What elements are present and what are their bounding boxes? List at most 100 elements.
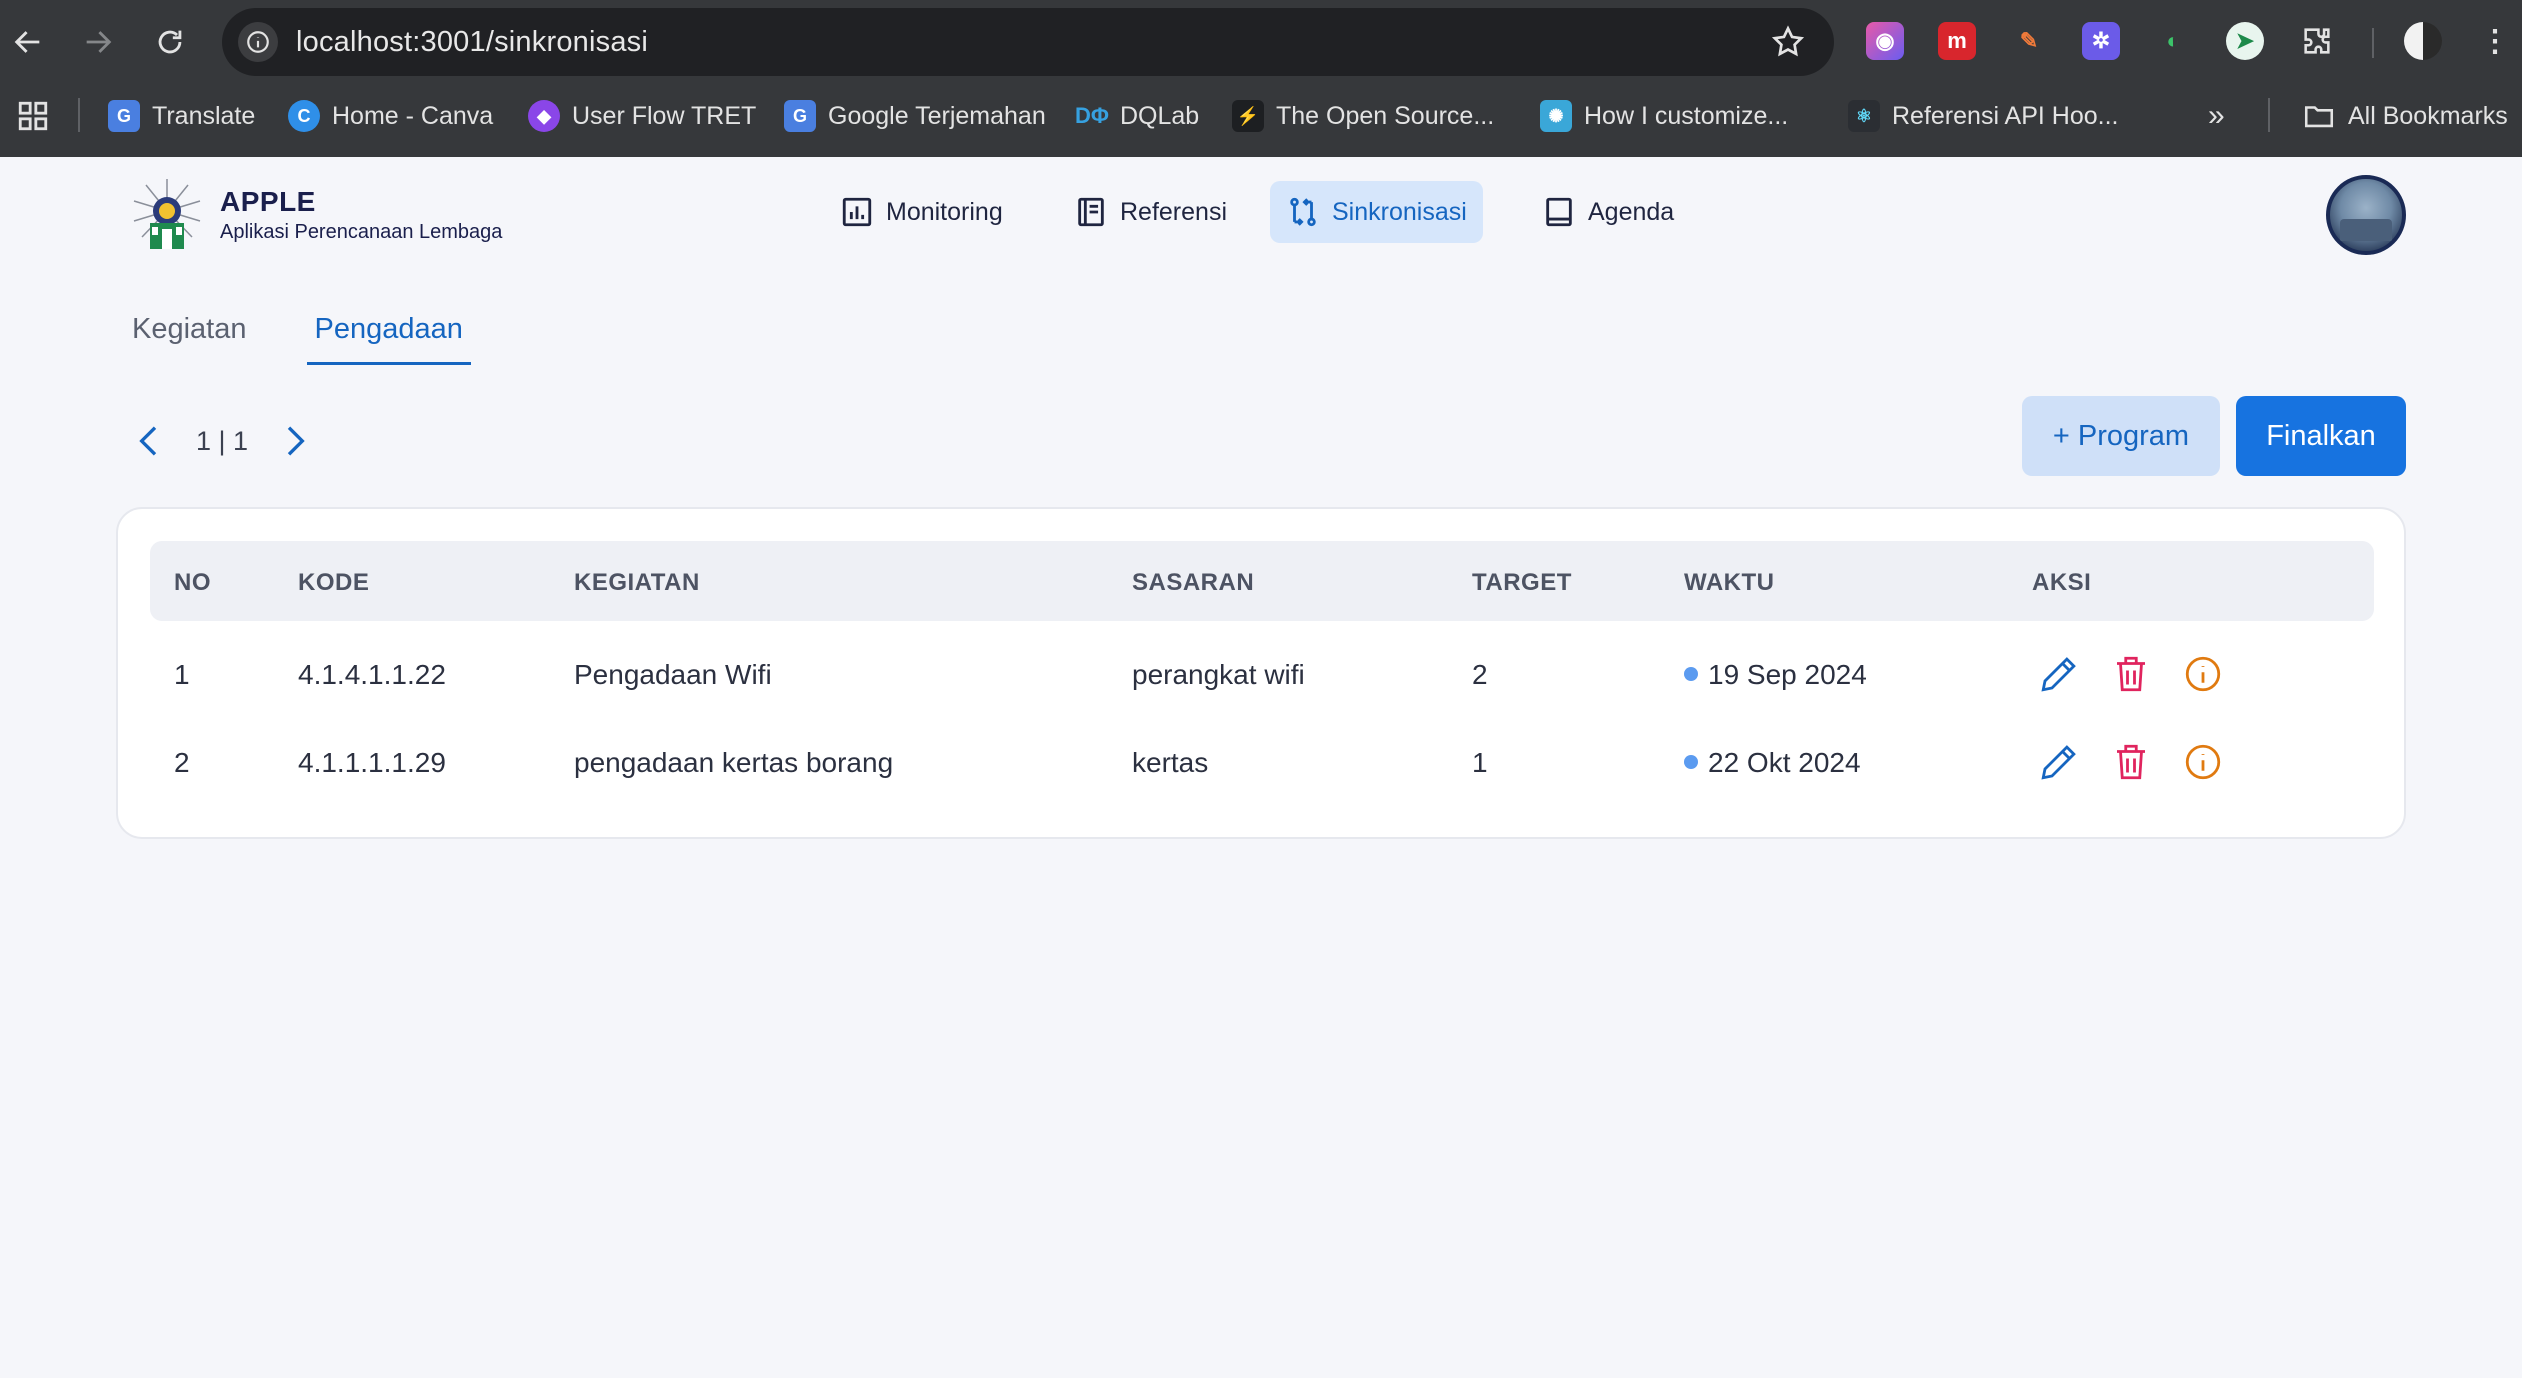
extension-mendeley-icon[interactable]: m <box>1938 22 1976 60</box>
tab-bar: Kegiatan Pengadaan <box>128 305 472 365</box>
chevron-right-icon[interactable] <box>274 421 314 461</box>
bookmark-label: How I customize... <box>1584 101 1789 130</box>
date-text: 19 Sep 2024 <box>1708 659 1867 690</box>
bookmark-label: DQLab <box>1120 101 1200 130</box>
gear-icon: ✺ <box>1540 100 1572 132</box>
table-header: NO KODE KEGIATAN SASARAN TARGET WAKTU AK… <box>150 541 2374 621</box>
info-icon <box>2185 656 2221 692</box>
brand-subtitle: Aplikasi Perencanaan Lembaga <box>220 221 503 243</box>
address-bar[interactable]: localhost:3001/sinkronisasi <box>222 8 1834 76</box>
bookmark-user-flow[interactable]: ◆ User Flow TRET <box>528 96 756 136</box>
cell-no: 1 <box>174 659 190 690</box>
tab-kegiatan[interactable]: Kegiatan <box>128 305 251 365</box>
google-translate-icon: G <box>108 100 140 132</box>
edit-button[interactable] <box>2038 741 2080 783</box>
cell-kode: 4.1.4.1.1.22 <box>298 659 446 690</box>
pencil-icon <box>2041 657 2076 692</box>
info-button[interactable] <box>2182 741 2224 783</box>
info-button[interactable] <box>2182 653 2224 695</box>
bookmark-label: Google Terjemahan <box>828 101 1046 130</box>
nav-label: Monitoring <box>886 197 1003 226</box>
all-bookmarks[interactable]: All Bookmarks <box>2302 96 2508 136</box>
table-row: 2 4.1.1.1.1.29 pengadaan kertas borang k… <box>150 719 2374 807</box>
bookmark-dqlab[interactable]: DΦ DQLab <box>1075 96 1200 136</box>
cell-waktu: 19 Sep 2024 <box>1684 659 1867 691</box>
bookmarks-divider <box>78 98 80 132</box>
date-text: 22 Okt 2024 <box>1708 747 1861 778</box>
bookmark-label: Home - Canva <box>332 101 494 130</box>
toolbar-divider <box>2372 28 2374 58</box>
nav-referensi[interactable]: Referensi <box>1058 181 1243 243</box>
cell-target: 1 <box>1472 747 1488 778</box>
more-bookmarks-icon[interactable]: » <box>2208 96 2225 136</box>
bookmarks-divider <box>2268 98 2270 132</box>
nav-label: Agenda <box>1588 197 1675 226</box>
column-header: SASARAN <box>1132 569 1255 596</box>
nav-agenda[interactable]: Agenda <box>1526 181 1690 243</box>
profile-avatar[interactable] <box>2404 22 2442 60</box>
extensions-puzzle-icon[interactable] <box>2298 22 2336 60</box>
cell-sasaran: kertas <box>1132 747 1209 778</box>
column-header: TARGET <box>1472 569 1572 596</box>
flow-icon: ◆ <box>528 100 560 132</box>
back-button[interactable] <box>4 18 52 66</box>
arrow-left-icon <box>14 31 40 53</box>
table-row: 1 4.1.4.1.1.22 Pengadaan Wifi perangkat … <box>150 631 2374 719</box>
user-avatar[interactable] <box>2326 175 2406 255</box>
folder-icon <box>2304 106 2334 128</box>
bookmark-referensi-api[interactable]: ⚛ Referensi API Hoo... <box>1848 96 2119 136</box>
extension-brain-icon[interactable]: ◉ <box>1866 22 1904 60</box>
extension-cursor-icon[interactable]: ➤ <box>2226 22 2264 60</box>
institution-logo-icon <box>133 179 201 249</box>
url-text[interactable]: localhost:3001/sinkronisasi <box>296 26 648 59</box>
bookmark-how-i-customize[interactable]: ✺ How I customize... <box>1540 96 1788 136</box>
nav-label: Sinkronisasi <box>1332 197 1467 226</box>
extension-gear-icon[interactable]: ✲ <box>2082 22 2120 60</box>
brand[interactable]: APPLE Aplikasi Perencanaan Lembaga <box>128 175 502 255</box>
bar-chart-icon <box>842 197 872 227</box>
lightning-icon: ⚡ <box>1232 100 1264 132</box>
cell-sasaran: perangkat wifi <box>1132 659 1305 690</box>
pagination: 1 | 1 <box>130 411 314 471</box>
nav-monitoring[interactable]: Monitoring <box>824 181 1019 243</box>
brand-title: APPLE <box>220 186 316 217</box>
finalize-button[interactable]: Finalkan <box>2236 396 2406 476</box>
agenda-icon <box>1546 197 1572 227</box>
site-info-icon[interactable] <box>238 22 278 62</box>
column-header: KEGIATAN <box>574 569 700 596</box>
delete-button[interactable] <box>2110 741 2152 783</box>
bookmark-google-terjemahan[interactable]: G Google Terjemahan <box>784 96 1046 136</box>
bookmark-label: Translate <box>152 101 256 130</box>
bookmark-translate[interactable]: G Translate <box>108 96 255 136</box>
chevron-left-icon[interactable] <box>130 421 170 461</box>
cell-kode: 4.1.1.1.1.29 <box>298 747 446 778</box>
column-header: KODE <box>298 569 370 596</box>
edit-button[interactable] <box>2038 653 2080 695</box>
status-dot <box>1684 755 1698 769</box>
cell-target: 2 <box>1472 659 1488 690</box>
bookmark-label: The Open Source... <box>1276 101 1495 130</box>
all-bookmarks-label: All Bookmarks <box>2348 101 2508 130</box>
bookmarks-bar: G Translate C Home - Canva ◆ User Flow T… <box>0 88 2522 144</box>
extension-eye-icon[interactable]: ◐ <box>2154 22 2192 60</box>
nav-sinkronisasi[interactable]: Sinkronisasi <box>1270 181 1483 243</box>
pencil-icon <box>2041 745 2076 780</box>
apps-grid-icon[interactable] <box>16 96 50 136</box>
bookmark-open-source[interactable]: ⚡ The Open Source... <box>1232 96 1494 136</box>
reload-button[interactable] <box>146 18 194 66</box>
more-menu-icon[interactable]: ⋮ <box>2476 22 2514 60</box>
canva-icon: C <box>288 100 320 132</box>
forward-button[interactable] <box>74 18 122 66</box>
bookmark-label: Referensi API Hoo... <box>1892 101 2119 130</box>
add-program-button[interactable]: + Program <box>2022 396 2220 476</box>
column-header: AKSI <box>2032 569 2092 596</box>
app-page: APPLE Aplikasi Perencanaan Lembaga Monit… <box>0 157 2522 1378</box>
bookmark-label: User Flow TRET <box>572 101 757 130</box>
delete-button[interactable] <box>2110 653 2152 695</box>
extension-pen-icon[interactable]: ✎ <box>2010 22 2048 60</box>
bookmark-star-icon[interactable] <box>1770 24 1806 60</box>
tab-pengadaan[interactable]: Pengadaan <box>306 305 472 365</box>
browser-chrome: localhost:3001/sinkronisasi ◉ m ✎ ✲ ◐ ➤ … <box>0 0 2522 157</box>
column-header: NO <box>174 569 211 596</box>
bookmark-canva[interactable]: C Home - Canva <box>288 96 493 136</box>
